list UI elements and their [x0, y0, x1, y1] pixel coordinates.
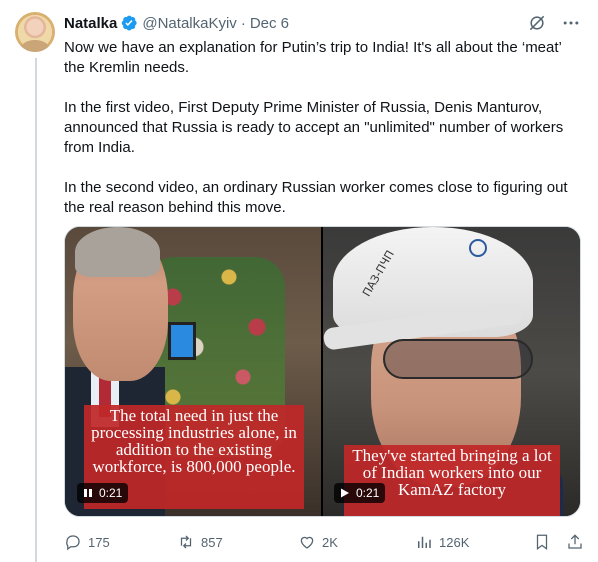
tweet-paragraph: In the second video, an ordinary Russian…	[64, 179, 568, 216]
verified-badge-icon	[120, 14, 138, 32]
like-button[interactable]: 2K	[298, 533, 338, 551]
reply-button[interactable]: 175	[64, 533, 110, 551]
reply-count: 175	[88, 534, 110, 550]
bookmark-button[interactable]	[533, 533, 551, 551]
repost-icon	[180, 535, 192, 549]
tweet-paragraph: Now we have an explanation for Putin’s t…	[64, 39, 562, 76]
grok-icon[interactable]	[526, 12, 548, 34]
bookmark-icon	[536, 534, 548, 551]
tweet-header: Natalka @NatalkaKyiv · Dec 6	[64, 12, 582, 34]
author-handle[interactable]: @NatalkaKyiv	[142, 15, 236, 32]
video-duration-badge[interactable]: 0:21	[77, 483, 129, 503]
action-bar: 175 857 2K 126K	[64, 530, 584, 554]
share-button[interactable]	[566, 533, 584, 551]
like-count: 2K	[322, 534, 338, 550]
thread-line	[35, 58, 37, 562]
video-duration: 0:21	[356, 486, 380, 500]
tweet-date[interactable]: Dec 6	[250, 15, 289, 32]
reply-icon	[66, 535, 80, 551]
repost-button[interactable]: 857	[177, 533, 223, 551]
views-chart-icon	[418, 536, 431, 548]
video-player-1[interactable]: The total need in just the processing in…	[65, 227, 321, 516]
tweet-text: Now we have an explanation for Putin’s t…	[64, 38, 584, 218]
video-duration: 0:21	[99, 486, 123, 500]
more-options-icon[interactable]	[560, 12, 582, 34]
views-count: 126K	[439, 534, 470, 550]
video-caption: They've started bringing a lot of Indian…	[344, 445, 560, 516]
avatar[interactable]	[15, 12, 55, 52]
separator-dot: ·	[240, 14, 246, 32]
pause-icon	[84, 489, 92, 497]
author-name[interactable]: Natalka	[64, 15, 117, 32]
media-grid: The total need in just the processing in…	[64, 226, 581, 517]
heart-icon	[300, 536, 314, 549]
video-duration-badge[interactable]: 0:21	[334, 483, 386, 503]
repost-count: 857	[201, 534, 223, 550]
tweet-paragraph: In the first video, First Deputy Prime M…	[64, 99, 564, 156]
views-button[interactable]: 126K	[415, 533, 469, 551]
share-icon	[568, 534, 582, 549]
video-player-2[interactable]: ПАЗ-ПЧП They've started bringing a lot o…	[323, 227, 580, 516]
play-icon	[341, 488, 349, 498]
